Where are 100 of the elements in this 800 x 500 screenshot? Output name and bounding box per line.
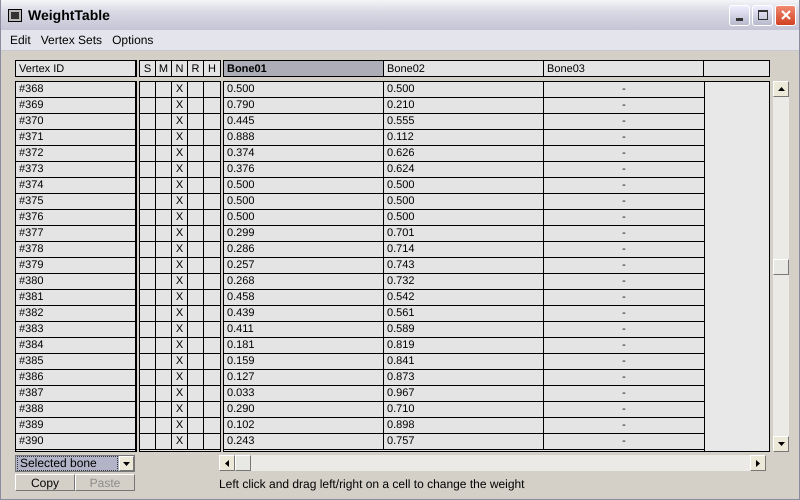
table-cell[interactable]: 0.500 bbox=[384, 82, 544, 98]
table-cell[interactable]: 0.757 bbox=[384, 434, 544, 450]
menu-item[interactable]: Edit bbox=[5, 33, 36, 47]
table-cell[interactable]: 0.257 bbox=[224, 258, 384, 274]
column-header[interactable]: H bbox=[204, 61, 220, 76]
vertical-scrollbar[interactable] bbox=[773, 81, 789, 452]
table-cell[interactable]: 0.500 bbox=[384, 178, 544, 194]
maximize-button[interactable] bbox=[752, 4, 773, 26]
table-cell[interactable]: 0.555 bbox=[384, 114, 544, 130]
table-cell[interactable]: - bbox=[544, 386, 704, 402]
table-cell[interactable]: - bbox=[544, 98, 704, 114]
column-header[interactable]: M bbox=[156, 61, 172, 76]
table-cell[interactable]: - bbox=[544, 258, 704, 274]
table-cell[interactable]: - bbox=[544, 146, 704, 162]
table-cell[interactable]: 0.299 bbox=[224, 226, 384, 242]
table-cell[interactable]: 0.268 bbox=[224, 274, 384, 290]
table-cell[interactable]: - bbox=[544, 114, 704, 130]
table-cell: #389 bbox=[16, 418, 135, 434]
table-cell[interactable]: 0.181 bbox=[224, 338, 384, 354]
scroll-right-button[interactable] bbox=[750, 455, 766, 471]
table-cell[interactable]: 0.626 bbox=[384, 146, 544, 162]
table-cell[interactable]: - bbox=[544, 178, 704, 194]
table-cell[interactable]: - bbox=[544, 162, 704, 178]
table-cell[interactable]: - bbox=[544, 434, 704, 450]
table-cell[interactable]: 0.542 bbox=[384, 290, 544, 306]
table-cell[interactable]: - bbox=[544, 370, 704, 386]
table-cell[interactable]: 0.033 bbox=[224, 386, 384, 402]
table-cell[interactable]: 0.841 bbox=[384, 354, 544, 370]
column-header[interactable]: S bbox=[140, 61, 156, 76]
table-cell[interactable]: 0.701 bbox=[384, 226, 544, 242]
table-cell[interactable]: 0.589 bbox=[384, 322, 544, 338]
table-cell[interactable]: 0.500 bbox=[224, 178, 384, 194]
table-cell[interactable]: - bbox=[544, 242, 704, 258]
table-cell[interactable]: - bbox=[544, 354, 704, 370]
horizontal-scrollbar[interactable] bbox=[219, 455, 766, 471]
table-cell[interactable]: 0.500 bbox=[224, 82, 384, 98]
table-cell[interactable]: 0.500 bbox=[224, 210, 384, 226]
table-cell[interactable]: - bbox=[544, 194, 704, 210]
column-header[interactable]: Bone02 bbox=[384, 61, 544, 76]
table-cell[interactable]: 0.411 bbox=[224, 322, 384, 338]
table-cell: X bbox=[172, 338, 188, 354]
table-cell[interactable]: 0.445 bbox=[224, 114, 384, 130]
scroll-thumb[interactable] bbox=[773, 258, 789, 274]
table-cell[interactable]: 0.102 bbox=[224, 418, 384, 434]
table-cell[interactable]: - bbox=[544, 82, 704, 98]
table-cell[interactable]: - bbox=[544, 418, 704, 434]
table-cell[interactable]: - bbox=[544, 338, 704, 354]
table-cell[interactable]: - bbox=[544, 402, 704, 418]
table-cell[interactable]: 0.500 bbox=[384, 210, 544, 226]
table-cell[interactable]: - bbox=[544, 306, 704, 322]
table-cell[interactable]: 0.561 bbox=[384, 306, 544, 322]
table-cell[interactable]: 0.790 bbox=[224, 98, 384, 114]
column-header[interactable]: Bone01 bbox=[224, 61, 384, 76]
right-arrow-icon bbox=[756, 460, 760, 466]
table-cell[interactable]: 0.112 bbox=[384, 130, 544, 146]
column-header[interactable]: N bbox=[172, 61, 188, 76]
copy-button[interactable]: Copy bbox=[15, 474, 75, 491]
table-cell[interactable]: 0.439 bbox=[224, 306, 384, 322]
scroll-up-button[interactable] bbox=[773, 81, 789, 97]
table-cell[interactable]: - bbox=[544, 322, 704, 338]
column-header[interactable]: Bone03 bbox=[544, 61, 704, 76]
column-header[interactable]: R bbox=[188, 61, 204, 76]
table-cell[interactable]: 0.873 bbox=[384, 370, 544, 386]
table-cell[interactable]: 0.624 bbox=[384, 162, 544, 178]
table-cell[interactable]: - bbox=[544, 290, 704, 306]
table-cell[interactable]: - bbox=[544, 210, 704, 226]
column-header[interactable]: Vertex ID bbox=[15, 60, 137, 77]
scroll-down-button[interactable] bbox=[773, 436, 789, 452]
menu-item[interactable]: Options bbox=[107, 33, 158, 47]
table-cell[interactable]: 0.819 bbox=[384, 338, 544, 354]
table-cell[interactable]: 0.732 bbox=[384, 274, 544, 290]
table-cell[interactable]: - bbox=[544, 130, 704, 146]
minimize-button[interactable] bbox=[729, 4, 750, 26]
table-cell[interactable]: 0.159 bbox=[224, 354, 384, 370]
scroll-thumb[interactable] bbox=[235, 455, 251, 471]
table-cell[interactable]: 0.714 bbox=[384, 242, 544, 258]
table-cell[interactable]: 0.376 bbox=[224, 162, 384, 178]
table-cell[interactable]: 0.888 bbox=[224, 130, 384, 146]
bone-dropdown[interactable]: Selected bone bbox=[15, 455, 135, 472]
table-cell[interactable]: - bbox=[544, 274, 704, 290]
table-cell[interactable]: 0.500 bbox=[224, 194, 384, 210]
table-cell[interactable]: 0.374 bbox=[224, 146, 384, 162]
table-cell bbox=[156, 226, 172, 242]
table-cell[interactable]: 0.243 bbox=[224, 434, 384, 450]
table-cell: #369 bbox=[16, 98, 135, 114]
table-cell[interactable]: 0.127 bbox=[224, 370, 384, 386]
table-cell[interactable]: 0.210 bbox=[384, 98, 544, 114]
close-button[interactable] bbox=[775, 4, 796, 26]
table-cell[interactable]: 0.290 bbox=[224, 402, 384, 418]
table-cell[interactable]: 0.967 bbox=[384, 386, 544, 402]
table-cell[interactable]: 0.500 bbox=[384, 194, 544, 210]
scroll-left-button[interactable] bbox=[219, 455, 235, 471]
table-cell[interactable]: 0.458 bbox=[224, 290, 384, 306]
table-cell[interactable]: 0.898 bbox=[384, 418, 544, 434]
table-cell[interactable]: - bbox=[544, 226, 704, 242]
table-cell[interactable]: 0.710 bbox=[384, 402, 544, 418]
table-cell[interactable]: 0.286 bbox=[224, 242, 384, 258]
table-cell bbox=[156, 114, 172, 130]
table-cell[interactable]: 0.743 bbox=[384, 258, 544, 274]
menu-item[interactable]: Vertex Sets bbox=[36, 33, 108, 47]
